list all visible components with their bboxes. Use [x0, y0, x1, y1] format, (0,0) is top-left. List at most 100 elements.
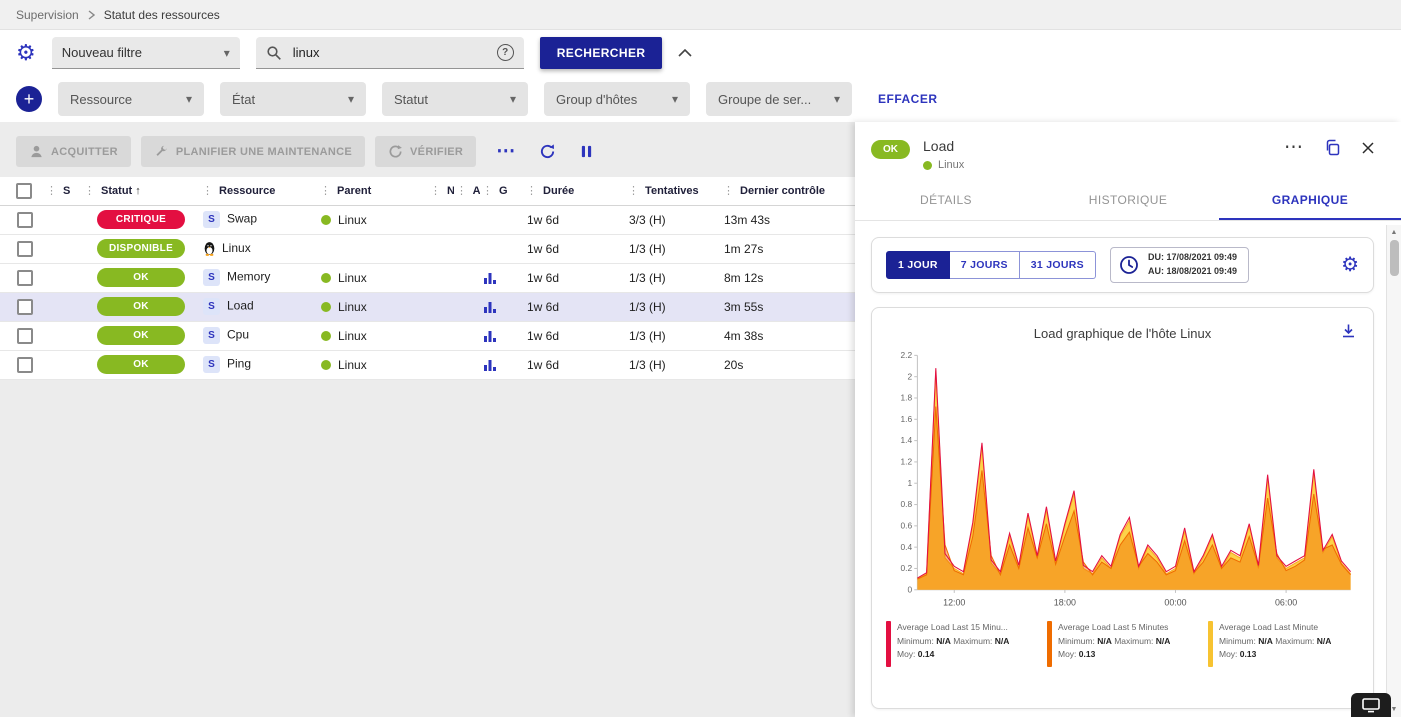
downtime-button[interactable]: PLANIFIER UNE MAINTENANCE: [141, 136, 365, 167]
scroll-down-arrow[interactable]: ▼: [1391, 704, 1398, 717]
column-header-duree[interactable]: ⋮ Durée: [524, 177, 626, 205]
svg-text:0: 0: [908, 584, 913, 594]
last-check-cell: 20s: [721, 350, 855, 379]
saved-filter-select[interactable]: Nouveau filtre ▾: [52, 37, 240, 69]
tab-historique[interactable]: HISTORIQUE: [1037, 181, 1219, 220]
table-row-swap[interactable]: CRITIQUESSwapLinux1w 6d3/3 (H)13m 43s: [0, 205, 855, 234]
graph-cell: [480, 263, 524, 292]
filter-settings-gear-icon[interactable]: ⚙: [16, 42, 36, 64]
close-panel-icon[interactable]: [1361, 141, 1375, 155]
filter-criteria-etat[interactable]: État▾: [220, 82, 366, 116]
column-header-tentatives[interactable]: ⋮ Tentatives: [626, 177, 721, 205]
resource-cell: SLoad: [200, 292, 318, 321]
severity-cell: [44, 234, 82, 263]
acknowledge-button[interactable]: ACQUITTER: [16, 136, 131, 167]
drag-handle-icon: ⋮: [628, 185, 639, 197]
tab-graphique[interactable]: GRAPHIQUE: [1219, 181, 1401, 220]
graph-settings-gear-icon[interactable]: ⚙: [1341, 255, 1359, 275]
legend-text: Average Load Last 5 MinutesMinimum: N/A …: [1058, 621, 1170, 667]
legend-item-average-load-last-15-minu[interactable]: Average Load Last 15 Minu...Minimum: N/A…: [886, 621, 1037, 667]
column-header-s[interactable]: ⋮ S: [44, 177, 82, 205]
legend-item-average-load-last-5-minutes[interactable]: Average Load Last 5 MinutesMinimum: N/A …: [1047, 621, 1198, 667]
panel-more-icon[interactable]: ⋯: [1284, 138, 1304, 157]
legend-average: Moy: 0.13: [1058, 648, 1170, 662]
service-icon: S: [203, 327, 220, 344]
panel-header: OK Load Linux ⋯: [855, 122, 1401, 181]
duration-cell: 1w 6d: [524, 234, 626, 263]
legend-item-average-load-last-minute[interactable]: Average Load Last MinuteMinimum: N/A Max…: [1208, 621, 1359, 667]
column-header-parent[interactable]: ⋮ Parent: [318, 177, 428, 205]
breadcrumb-supervision[interactable]: Supervision: [16, 8, 79, 22]
graph-icon[interactable]: [483, 271, 497, 285]
checkbox-cell: [0, 350, 44, 379]
copy-link-icon[interactable]: [1324, 139, 1341, 156]
more-actions-icon[interactable]: ⋯: [496, 142, 515, 161]
check-button[interactable]: VÉRIFIER: [375, 136, 476, 167]
table-row-cpu[interactable]: OKSCpuLinux1w 6d1/3 (H)4m 38s: [0, 321, 855, 350]
graph-icon[interactable]: [483, 300, 497, 314]
tab-details[interactable]: DÉTAILS: [855, 181, 1037, 220]
pause-autorefresh-icon[interactable]: [580, 144, 593, 159]
criteria-label: État: [232, 92, 255, 107]
period-button-1-jour[interactable]: 1 JOUR: [886, 251, 950, 279]
parent-status-dot: [321, 215, 331, 225]
column-header-a[interactable]: ⋮ A: [454, 177, 480, 205]
table-row-memory[interactable]: OKSMemoryLinux1w 6d1/3 (H)8m 12s: [0, 263, 855, 292]
load-graph-chart: 00.20.40.60.811.21.41.61.822.212:0018:00…: [886, 347, 1359, 617]
column-header-statut[interactable]: ⋮ Statut ↑: [82, 177, 200, 205]
download-icon[interactable]: [1340, 322, 1357, 344]
graph-icon[interactable]: [483, 358, 497, 372]
parent-name: Linux: [338, 358, 367, 372]
svg-text:0.6: 0.6: [901, 520, 913, 530]
search-input[interactable]: [291, 44, 488, 61]
drag-handle-icon: ⋮: [430, 185, 441, 197]
filter-criteria-statut[interactable]: Statut▾: [382, 82, 528, 116]
row-checkbox[interactable]: [17, 299, 33, 315]
severity-cell: [44, 292, 82, 321]
refresh-icon[interactable]: [539, 143, 556, 160]
filter-criteria-group-d-hotes[interactable]: Group d'hôtes▾: [544, 82, 690, 116]
panel-scrollbar[interactable]: ▲ ▼: [1386, 225, 1401, 717]
svg-text:1.4: 1.4: [901, 435, 913, 445]
last-check-cell: 13m 43s: [721, 205, 855, 234]
screen-indicator-icon[interactable]: [1351, 693, 1391, 717]
resource-name: Swap: [227, 212, 257, 226]
svg-text:0.8: 0.8: [901, 499, 913, 509]
table-row-ping[interactable]: OKSPingLinux1w 6d1/3 (H)20s: [0, 350, 855, 379]
column-header-g[interactable]: ⋮ G: [480, 177, 524, 205]
column-header-dernier-controle[interactable]: ⋮ Dernier contrôle: [721, 177, 855, 205]
row-checkbox[interactable]: [17, 270, 33, 286]
row-checkbox[interactable]: [17, 212, 33, 228]
scrollbar-thumb[interactable]: [1390, 240, 1399, 276]
tries-cell: 1/3 (H): [626, 350, 721, 379]
row-checkbox[interactable]: [17, 328, 33, 344]
severity-cell: [44, 263, 82, 292]
legend-color-bar: [1047, 621, 1052, 667]
collapse-filters-chevron-up-icon[interactable]: [678, 49, 692, 57]
filter-criteria-groupe-de-ser[interactable]: Groupe de ser...▾: [706, 82, 852, 116]
graph-icon[interactable]: [483, 329, 497, 343]
clear-filters-button[interactable]: EFFACER: [878, 92, 938, 106]
row-checkbox[interactable]: [17, 357, 33, 373]
add-criteria-button[interactable]: +: [16, 86, 42, 112]
row-checkbox[interactable]: [17, 241, 33, 257]
date-range-picker[interactable]: DU: 17/08/2021 09:49 AU: 18/08/2021 09:4…: [1110, 247, 1249, 283]
panel-tabs: DÉTAILSHISTORIQUEGRAPHIQUE: [855, 181, 1401, 221]
scroll-up-arrow[interactable]: ▲: [1391, 225, 1398, 238]
breadcrumb-current[interactable]: Statut des ressources: [104, 8, 220, 22]
checkbox-cell: [0, 234, 44, 263]
help-icon[interactable]: ?: [497, 44, 514, 61]
period-button-31-jours[interactable]: 31 JOURS: [1020, 251, 1096, 279]
legend-series-name: Average Load Last 5 Minutes: [1058, 621, 1170, 635]
drag-handle-icon: ⋮: [482, 185, 493, 197]
period-button-7-jours[interactable]: 7 JOURS: [950, 251, 1020, 279]
select-all-checkbox[interactable]: [16, 183, 32, 199]
table-row-linux[interactable]: DISPONIBLELinux1w 6d1/3 (H)1m 27s: [0, 234, 855, 263]
search-button[interactable]: RECHERCHER: [540, 37, 663, 69]
downtime-label: PLANIFIER UNE MAINTENANCE: [176, 146, 352, 158]
table-row-load[interactable]: OKSLoadLinux1w 6d1/3 (H)3m 55s: [0, 292, 855, 321]
column-header-n[interactable]: ⋮ N: [428, 177, 454, 205]
filter-criteria-ressource[interactable]: Ressource▾: [58, 82, 204, 116]
column-header-ressource[interactable]: ⋮ Ressource: [200, 177, 318, 205]
legend-minmax: Minimum: N/A Maximum: N/A: [897, 635, 1009, 649]
